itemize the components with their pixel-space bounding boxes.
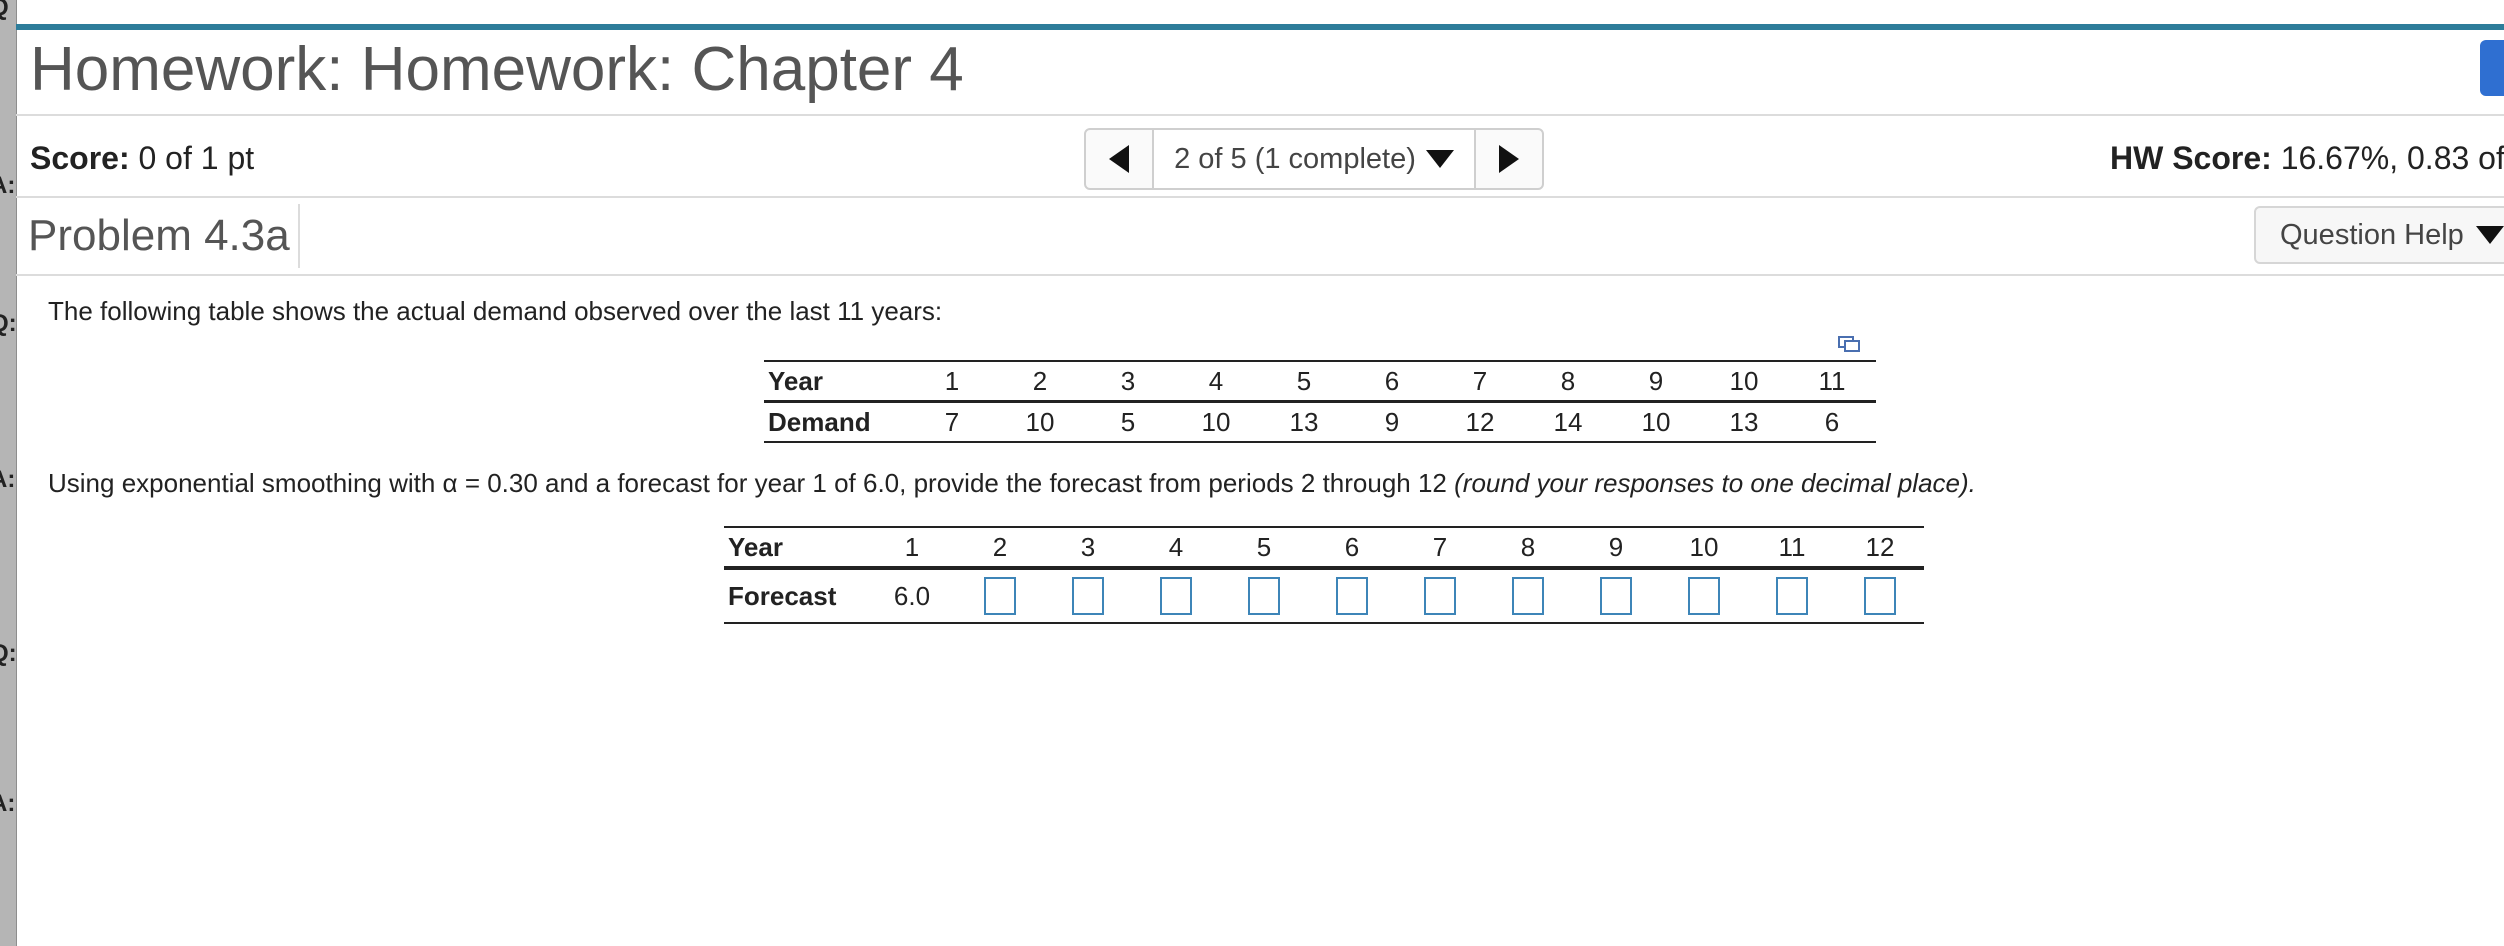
demand-cell: 7: [944, 406, 960, 437]
page-title: Homework: Homework: Chapter 4: [30, 35, 964, 104]
next-question-button[interactable]: [1474, 130, 1542, 188]
demand-cell: 9: [1384, 406, 1400, 437]
divider: [16, 114, 2504, 116]
year-cell: 7: [1396, 527, 1484, 570]
year-cell: 3: [1084, 361, 1172, 403]
year-cell: 2: [996, 361, 1084, 403]
arrow-right-icon: [1499, 145, 1519, 173]
strip-label: A:: [0, 790, 16, 817]
year-cell: 4: [1172, 361, 1260, 403]
forecast-input-year-12[interactable]: [1864, 577, 1896, 615]
question-help-label: Question Help: [2280, 218, 2464, 251]
problem-intro-text: The following table shows the actual dem…: [48, 296, 943, 326]
year-cell: 6: [1308, 527, 1396, 570]
score-display: Score: 0 of 1 pt: [30, 140, 254, 177]
demand-table: Year 1 2 3 4 5 6 7 8 9 10 11 Demand 7 10…: [764, 360, 1876, 443]
year-cell: 7: [1436, 361, 1524, 403]
year-cell: 9: [1572, 527, 1660, 570]
chevron-down-icon: [1425, 150, 1454, 168]
forecast-input-year-11[interactable]: [1776, 577, 1808, 615]
copy-table-icon[interactable]: [1838, 336, 1860, 352]
year-cell: 12: [1836, 527, 1924, 570]
demand-cell: 14: [1553, 406, 1583, 437]
demand-cell: 6: [1824, 406, 1840, 437]
demand-cell: 13: [1729, 406, 1759, 437]
forecast-input-year-3[interactable]: [1072, 577, 1104, 615]
demand-cell: 10: [1641, 406, 1671, 437]
question-selector-dropdown[interactable]: 2 of 5 (1 complete): [1154, 130, 1474, 188]
demand-cell: 13: [1289, 406, 1319, 437]
score-value: 0 of 1 pt: [138, 140, 255, 176]
row-header-demand: Demand: [768, 406, 871, 437]
hw-score-display: HW Score: 16.67%, 0.83 of: [2110, 140, 2504, 177]
strip-label: A:: [0, 466, 16, 493]
forecast-input-year-2[interactable]: [984, 577, 1016, 615]
divider: [16, 196, 2504, 198]
forecast-table: Year 1 2 3 4 5 6 7 8 9 10 11 12 Forecast…: [724, 526, 1924, 624]
year-cell: 5: [1260, 361, 1348, 403]
forecast-input-year-9[interactable]: [1600, 577, 1632, 615]
year-cell: 11: [1748, 527, 1836, 570]
table-row: Year 1 2 3 4 5 6 7 8 9 10 11 12: [724, 527, 1924, 570]
chevron-down-icon: [2475, 226, 2504, 244]
strip-label: Q: [0, 0, 9, 22]
forecast-input-year-7[interactable]: [1424, 577, 1456, 615]
year-cell: 3: [1044, 527, 1132, 570]
year-cell: 8: [1484, 527, 1572, 570]
strip-label: Q:: [0, 640, 17, 667]
year-cell: 6: [1348, 361, 1436, 403]
year-cell: 10: [1660, 527, 1748, 570]
forecast-input-year-8[interactable]: [1512, 577, 1544, 615]
problem-title: Problem 4.3a: [28, 211, 290, 260]
demand-cell: 10: [1025, 406, 1055, 437]
divider: [16, 274, 2504, 276]
corner-action-button[interactable]: [2480, 40, 2504, 96]
year-cell: 5: [1220, 527, 1308, 570]
year-cell: 4: [1132, 527, 1220, 570]
row-header-forecast: Forecast: [728, 580, 837, 611]
forecast-input-year-10[interactable]: [1688, 577, 1720, 615]
year-cell: 8: [1524, 361, 1612, 403]
year-cell: 11: [1788, 361, 1876, 403]
arrow-left-icon: [1109, 145, 1129, 173]
question-navigator: 2 of 5 (1 complete): [1084, 128, 1544, 190]
question-selector-label: 2 of 5 (1 complete): [1174, 142, 1416, 175]
year-cell: 1: [868, 527, 956, 570]
table-row: Forecast 6.0: [724, 568, 1924, 623]
instructions-text: Using exponential smoothing with α = 0.3…: [48, 468, 1447, 498]
year-cell: 9: [1612, 361, 1700, 403]
row-header-year: Year: [724, 527, 868, 570]
demand-cell: 10: [1201, 406, 1231, 437]
score-label: Score:: [30, 140, 130, 176]
forecast-input-year-4[interactable]: [1160, 577, 1192, 615]
year-cell: 1: [908, 361, 996, 403]
demand-cell: 5: [1120, 406, 1136, 437]
strip-label: Q:: [0, 310, 17, 337]
table-row: Demand 7 10 5 10 13 9 12 14 10 13 6: [764, 402, 1876, 443]
strip-label: A:: [0, 172, 16, 199]
instructions-rounding-note: (round your responses to one decimal pla…: [1454, 468, 1976, 498]
divider: [298, 204, 300, 268]
year-cell: 2: [956, 527, 1044, 570]
forecast-input-year-6[interactable]: [1336, 577, 1368, 615]
forecast-given-cell: 6.0: [893, 580, 931, 611]
row-header-year: Year: [764, 361, 908, 403]
question-help-button[interactable]: Question Help: [2254, 206, 2504, 264]
forecast-input-year-5[interactable]: [1248, 577, 1280, 615]
problem-instructions: Using exponential smoothing with α = 0.3…: [48, 468, 1976, 499]
year-cell: 10: [1700, 361, 1788, 403]
hw-score-value: 16.67%, 0.83 of: [2280, 140, 2504, 176]
hw-score-label: HW Score:: [2110, 140, 2272, 176]
demand-cell: 12: [1465, 406, 1495, 437]
table-row: Year 1 2 3 4 5 6 7 8 9 10 11: [764, 361, 1876, 403]
left-sidebar-strip: Q A: Q: A: Q: A:: [0, 0, 17, 946]
previous-question-button[interactable]: [1086, 130, 1154, 188]
